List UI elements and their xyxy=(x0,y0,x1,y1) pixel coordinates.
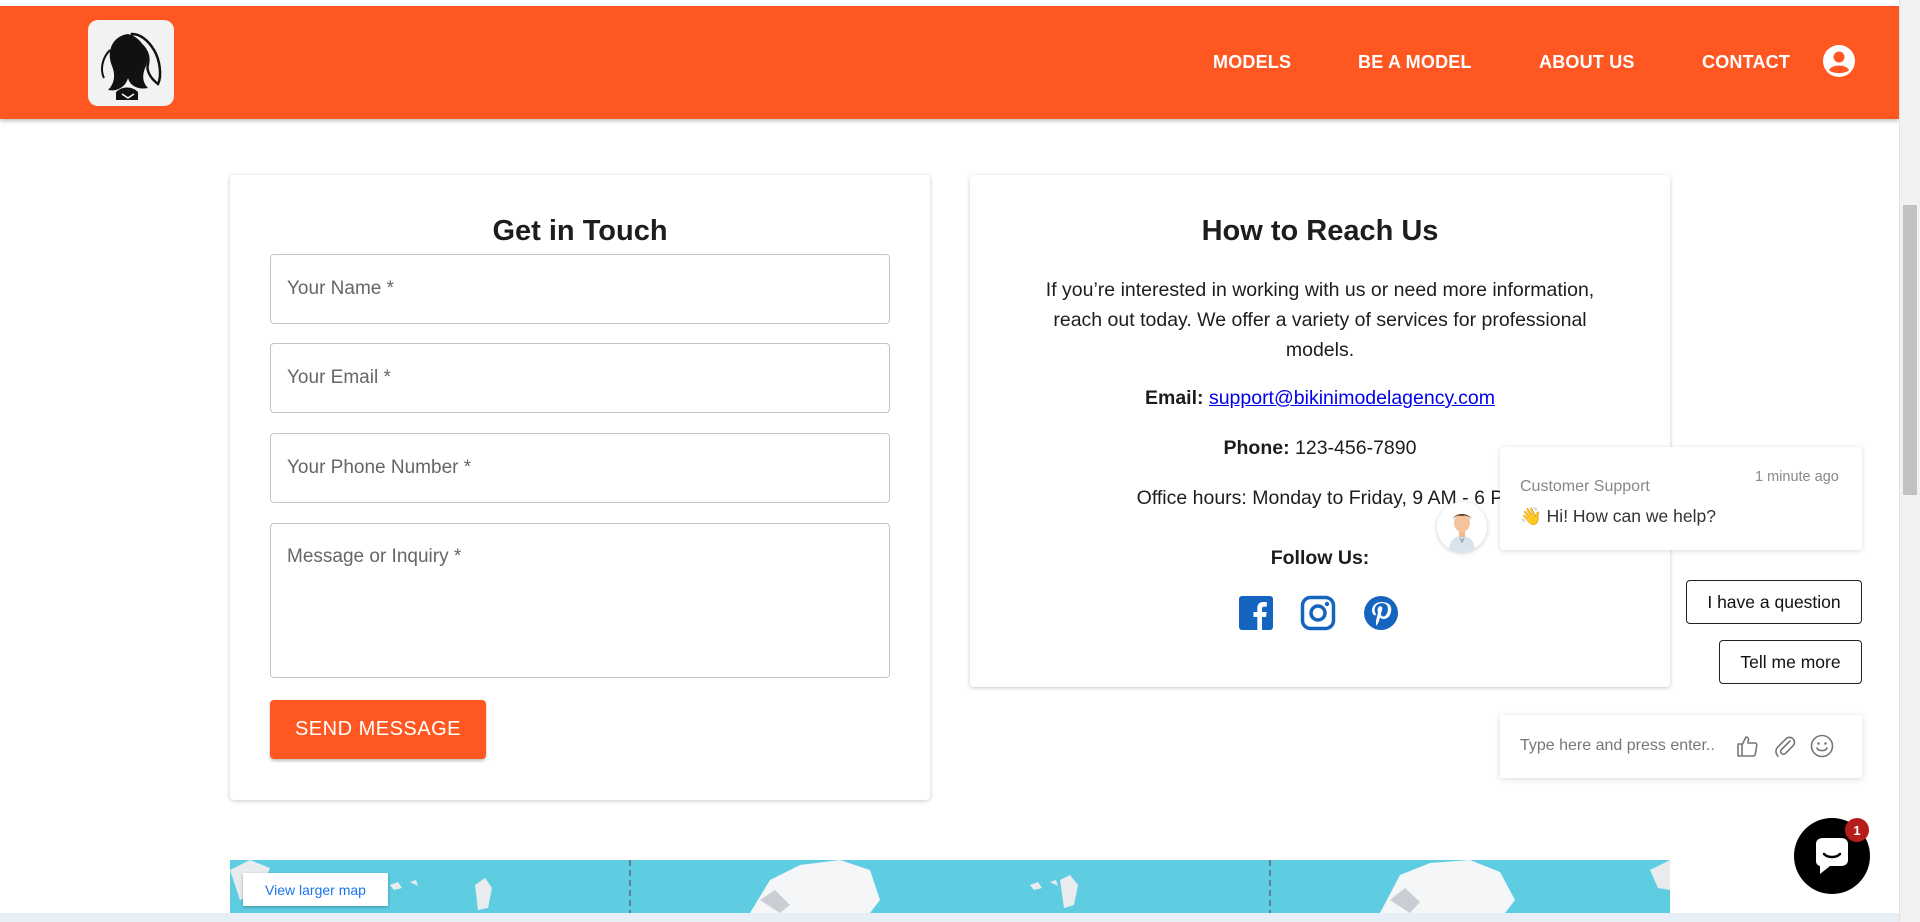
quick-reply-question[interactable]: I have a question xyxy=(1686,580,1862,624)
emoji-icon[interactable] xyxy=(1809,733,1835,759)
woman-silhouette-logo-icon xyxy=(101,32,162,100)
site-header: MODELS BE A MODEL ABOUT US CONTACT xyxy=(0,6,1899,119)
nav-models[interactable]: MODELS xyxy=(1213,52,1291,73)
chat-message-bubble xyxy=(1500,447,1862,550)
scrollbar-thumb[interactable] xyxy=(1903,205,1917,495)
instagram-icon[interactable] xyxy=(1300,595,1336,631)
page-scrollbar[interactable] xyxy=(1899,0,1920,922)
follow-us-text: Follow Us: xyxy=(1270,547,1370,569)
phone-label: Phone: xyxy=(1223,437,1290,459)
user-circle-icon[interactable] xyxy=(1822,44,1856,78)
pinterest-icon[interactable] xyxy=(1363,595,1399,631)
quick-reply-tell-more[interactable]: Tell me more xyxy=(1719,640,1862,684)
thumbs-up-icon[interactable] xyxy=(1734,733,1760,759)
email-field[interactable]: Your Email * xyxy=(270,343,890,413)
attachment-icon[interactable] xyxy=(1772,733,1798,759)
site-logo[interactable] xyxy=(88,20,174,106)
chat-agent-name: Customer Support xyxy=(1520,478,1650,495)
message-field[interactable]: Message or Inquiry * xyxy=(270,523,890,678)
chat-message-text: Hi! How can we help? xyxy=(1546,506,1716,526)
contact-form-title: Get in Touch xyxy=(492,215,668,247)
unread-badge: 1 xyxy=(1845,818,1869,842)
phone-field[interactable]: Your Phone Number * xyxy=(270,433,890,503)
waving-hand-icon: 👋 xyxy=(1520,506,1542,526)
map-graphic xyxy=(230,860,1670,913)
follow-us-label: Follow Us: xyxy=(970,547,1670,570)
reach-us-card: How to Reach Us If you’re interested in … xyxy=(970,175,1670,687)
map-embed[interactable] xyxy=(230,860,1670,913)
view-larger-map-link[interactable]: View larger map xyxy=(243,873,388,906)
nav-be-a-model[interactable]: BE A MODEL xyxy=(1358,52,1472,73)
chat-timestamp: 1 minute ago xyxy=(1755,469,1839,485)
facebook-icon[interactable] xyxy=(1238,595,1274,631)
send-message-button[interactable]: SEND MESSAGE xyxy=(270,700,486,759)
name-field[interactable]: Your Name * xyxy=(270,254,890,324)
bottom-edge xyxy=(0,913,1899,922)
phone-value: 123-456-7890 xyxy=(1295,437,1417,459)
reach-us-title: How to Reach Us xyxy=(1201,215,1439,247)
email-link[interactable]: support@bikinimodelagency.com xyxy=(1209,387,1495,409)
reach-us-intro: If you’re interested in working with us … xyxy=(1045,279,1595,361)
contact-form-card: Get in Touch Your Name * Your Email * Yo… xyxy=(230,175,930,800)
nav-contact[interactable]: CONTACT xyxy=(1702,52,1790,73)
support-agent-avatar xyxy=(1437,502,1487,552)
chat-message-input[interactable]: Type here and press enter.. xyxy=(1520,737,1720,755)
chat-message: 👋 Hi! How can we help? xyxy=(1520,506,1716,527)
agent-avatar-icon xyxy=(1449,514,1475,552)
nav-about-us[interactable]: ABOUT US xyxy=(1539,52,1635,73)
email-line: Email: support@bikinimodelagency.com xyxy=(970,387,1670,410)
email-label: Email: xyxy=(1144,387,1204,409)
